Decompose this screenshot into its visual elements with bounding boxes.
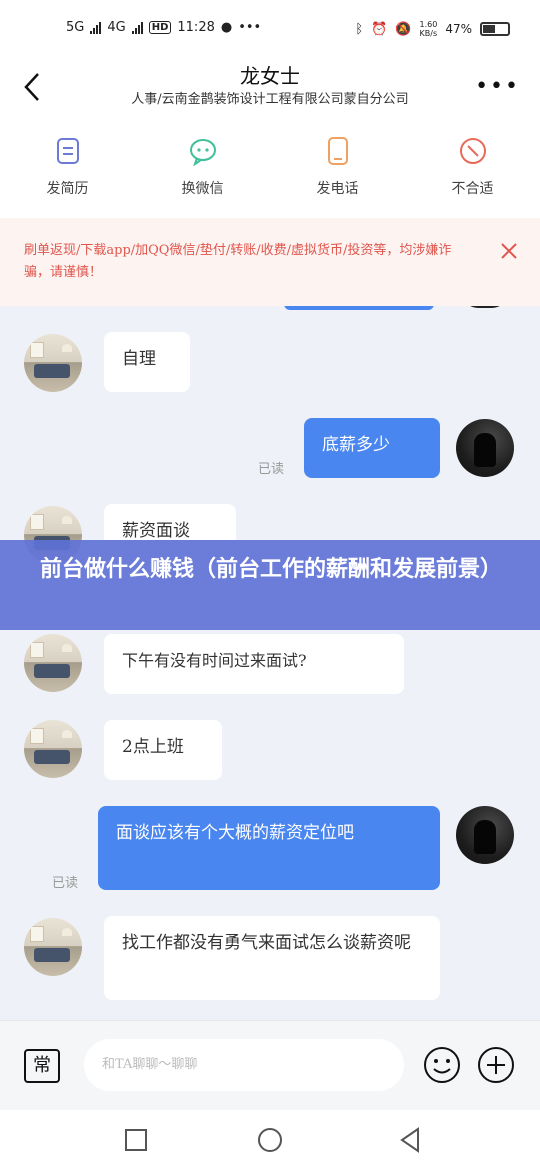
not-suitable-label: 不合适	[451, 181, 494, 197]
message-bubble[interactable]: 自理	[104, 332, 190, 392]
not-suitable-button[interactable]: 不合适	[405, 120, 540, 218]
fraud-warning-text: 刷单返现/下载app/加QQ微信/垫付/转账/收费/虚拟货币/投资等，均涉嫌诈骗…	[24, 243, 452, 280]
resume-icon	[56, 138, 79, 164]
contact-avatar[interactable]	[24, 720, 82, 778]
my-avatar[interactable]	[456, 806, 514, 864]
network-4g: 4G	[107, 20, 126, 35]
contact-company: 人事/云南金鹊装饰设计工程有限公司蒙自分公司	[131, 92, 409, 107]
back-icon[interactable]	[396, 1126, 424, 1154]
emoji-icon[interactable]	[422, 1045, 462, 1085]
my-avatar[interactable]	[456, 419, 514, 477]
contact-avatar[interactable]	[24, 634, 82, 692]
wechat-icon	[189, 139, 216, 166]
status-time: 11:28	[177, 20, 215, 35]
contact-avatar[interactable]	[24, 918, 82, 976]
mute-icon: 🔕	[395, 21, 412, 37]
message-bubble[interactable]: 面谈应该有个大概的薪资定位吧	[98, 806, 440, 890]
previous-message-bubble	[284, 306, 434, 310]
battery-icon	[480, 22, 510, 36]
home-icon[interactable]	[256, 1126, 284, 1154]
close-icon[interactable]	[500, 242, 518, 260]
read-status: 已读	[258, 462, 285, 477]
exchange-wechat-button[interactable]: 换微信	[135, 120, 270, 218]
exchange-wechat-label: 换微信	[181, 181, 224, 197]
chat-messages[interactable]: 自理 底薪多少 已读 薪资面谈 下午有没有时间过来面试? 2点上班 面谈应该有个…	[0, 306, 540, 1020]
hd-badge: HD	[148, 21, 172, 34]
my-avatar	[462, 306, 508, 308]
common-phrases-button[interactable]: 常	[24, 1049, 60, 1083]
recents-icon[interactable]	[122, 1126, 150, 1154]
add-icon[interactable]	[476, 1045, 516, 1085]
network-speed: 1.60 KB/s	[419, 20, 438, 38]
wechat-notification-icon: ●	[220, 20, 233, 35]
send-phone-button[interactable]: 发电话	[270, 120, 405, 218]
message-bubble[interactable]: 找工作都没有勇气来面试怎么谈薪资呢	[104, 916, 440, 1000]
chat-header: 龙女士 人事/云南金鹊装饰设计工程有限公司蒙自分公司 •••	[0, 56, 540, 120]
more-notifications-icon: •••	[238, 20, 262, 35]
status-bar: 5G 4G HD 11:28 ● ••• ᛒ ⏰ 🔕 1.60 KB/s 47%	[0, 0, 540, 56]
message-bubble[interactable]: 下午有没有时间过来面试?	[104, 634, 404, 694]
send-resume-button[interactable]: 发简历	[0, 120, 135, 218]
send-phone-label: 发电话	[316, 181, 359, 197]
fraud-warning: 刷单返现/下载app/加QQ微信/垫付/转账/收费/虚拟货币/投资等，均涉嫌诈骗…	[0, 218, 540, 306]
not-suitable-icon	[459, 138, 486, 164]
more-options-icon[interactable]: •••	[475, 74, 520, 99]
system-nav-bar	[0, 1110, 540, 1170]
message-input[interactable]: 和TA聊聊～聊聊	[84, 1039, 404, 1091]
article-title-banner: 前台做什么赚钱（前台工作的薪酬和发展前景）	[0, 540, 540, 630]
battery-percent: 47%	[445, 22, 472, 36]
quick-actions: 发简历 换微信 发电话 不合适	[0, 120, 540, 218]
signal-icon	[90, 21, 102, 34]
bluetooth-icon: ᛒ	[355, 21, 364, 37]
read-status: 已读	[52, 876, 79, 891]
message-bubble[interactable]: 2点上班	[104, 720, 222, 780]
contact-name: 龙女士	[240, 64, 300, 88]
input-bar: 常 和TA聊聊～聊聊	[0, 1020, 540, 1110]
network-5g: 5G	[66, 20, 85, 35]
signal-icon	[131, 21, 143, 34]
phone-icon	[327, 137, 348, 165]
message-bubble[interactable]: 底薪多少	[304, 418, 440, 478]
alarm-icon: ⏰	[371, 21, 388, 37]
send-resume-label: 发简历	[46, 181, 89, 197]
contact-avatar[interactable]	[24, 334, 82, 392]
